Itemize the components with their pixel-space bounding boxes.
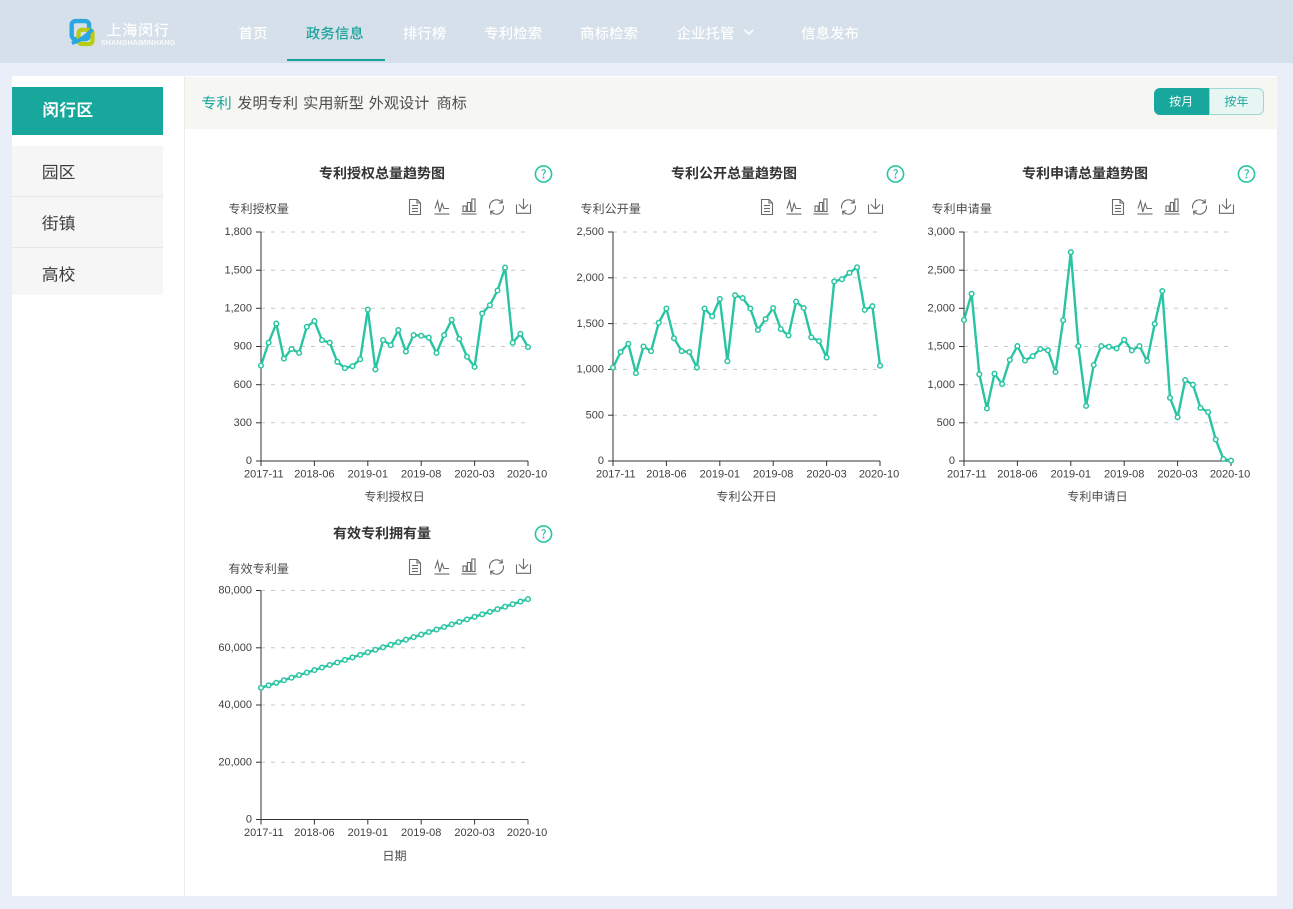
svg-text:2018-06: 2018-06 — [646, 469, 686, 481]
svg-text:1,500: 1,500 — [927, 341, 955, 353]
svg-text:2017-11: 2017-11 — [947, 469, 987, 481]
svg-text:20,000: 20,000 — [218, 757, 252, 769]
svg-text:500: 500 — [937, 417, 955, 429]
svg-text:2018-06: 2018-06 — [997, 469, 1037, 481]
svg-text:900: 900 — [234, 341, 252, 353]
svg-text:2,500: 2,500 — [927, 264, 955, 276]
svg-text:2019-01: 2019-01 — [700, 469, 740, 481]
svg-text:2019-08: 2019-08 — [753, 469, 793, 481]
svg-text:0: 0 — [246, 455, 252, 467]
svg-text:1,200: 1,200 — [224, 303, 252, 315]
svg-text:300: 300 — [234, 417, 252, 429]
svg-text:0: 0 — [246, 814, 252, 826]
svg-text:2019-01: 2019-01 — [348, 827, 388, 839]
svg-text:600: 600 — [234, 379, 252, 391]
svg-text:2017-11: 2017-11 — [596, 469, 636, 481]
svg-text:2018-06: 2018-06 — [294, 827, 334, 839]
svg-text:500: 500 — [586, 409, 604, 421]
svg-text:2020-10: 2020-10 — [507, 827, 547, 839]
svg-text:2,000: 2,000 — [927, 303, 955, 315]
svg-text:1,000: 1,000 — [576, 364, 604, 376]
svg-text:2019-01: 2019-01 — [348, 469, 388, 481]
svg-text:2019-01: 2019-01 — [1051, 469, 1091, 481]
svg-text:2018-06: 2018-06 — [294, 469, 334, 481]
svg-text:1,500: 1,500 — [224, 264, 252, 276]
svg-text:2019-08: 2019-08 — [1104, 469, 1144, 481]
svg-text:SHANGHAIMINHANG: SHANGHAIMINHANG — [101, 38, 176, 47]
svg-text:2019-08: 2019-08 — [401, 469, 441, 481]
svg-text:2020-03: 2020-03 — [454, 827, 494, 839]
svg-text:2020-03: 2020-03 — [806, 469, 846, 481]
svg-text:2017-11: 2017-11 — [244, 827, 284, 839]
svg-text:2020-10: 2020-10 — [859, 469, 899, 481]
svg-text:40,000: 40,000 — [218, 699, 252, 711]
svg-text:1,500: 1,500 — [576, 318, 604, 330]
svg-text:3,000: 3,000 — [927, 226, 955, 238]
svg-text:2017-11: 2017-11 — [244, 469, 284, 481]
svg-text:80,000: 80,000 — [218, 585, 252, 597]
svg-text:60,000: 60,000 — [218, 642, 252, 654]
svg-text:2019-08: 2019-08 — [401, 827, 441, 839]
svg-text:1,000: 1,000 — [927, 379, 955, 391]
svg-text:2,000: 2,000 — [576, 272, 604, 284]
svg-text:2,500: 2,500 — [576, 226, 604, 238]
svg-text:2020-10: 2020-10 — [507, 469, 547, 481]
svg-text:2020-03: 2020-03 — [454, 469, 494, 481]
svg-text:2020-03: 2020-03 — [1157, 469, 1197, 481]
svg-text:1,800: 1,800 — [224, 226, 252, 238]
svg-text:0: 0 — [949, 455, 955, 467]
svg-text:0: 0 — [598, 455, 604, 467]
svg-text:2020-10: 2020-10 — [1210, 469, 1250, 481]
